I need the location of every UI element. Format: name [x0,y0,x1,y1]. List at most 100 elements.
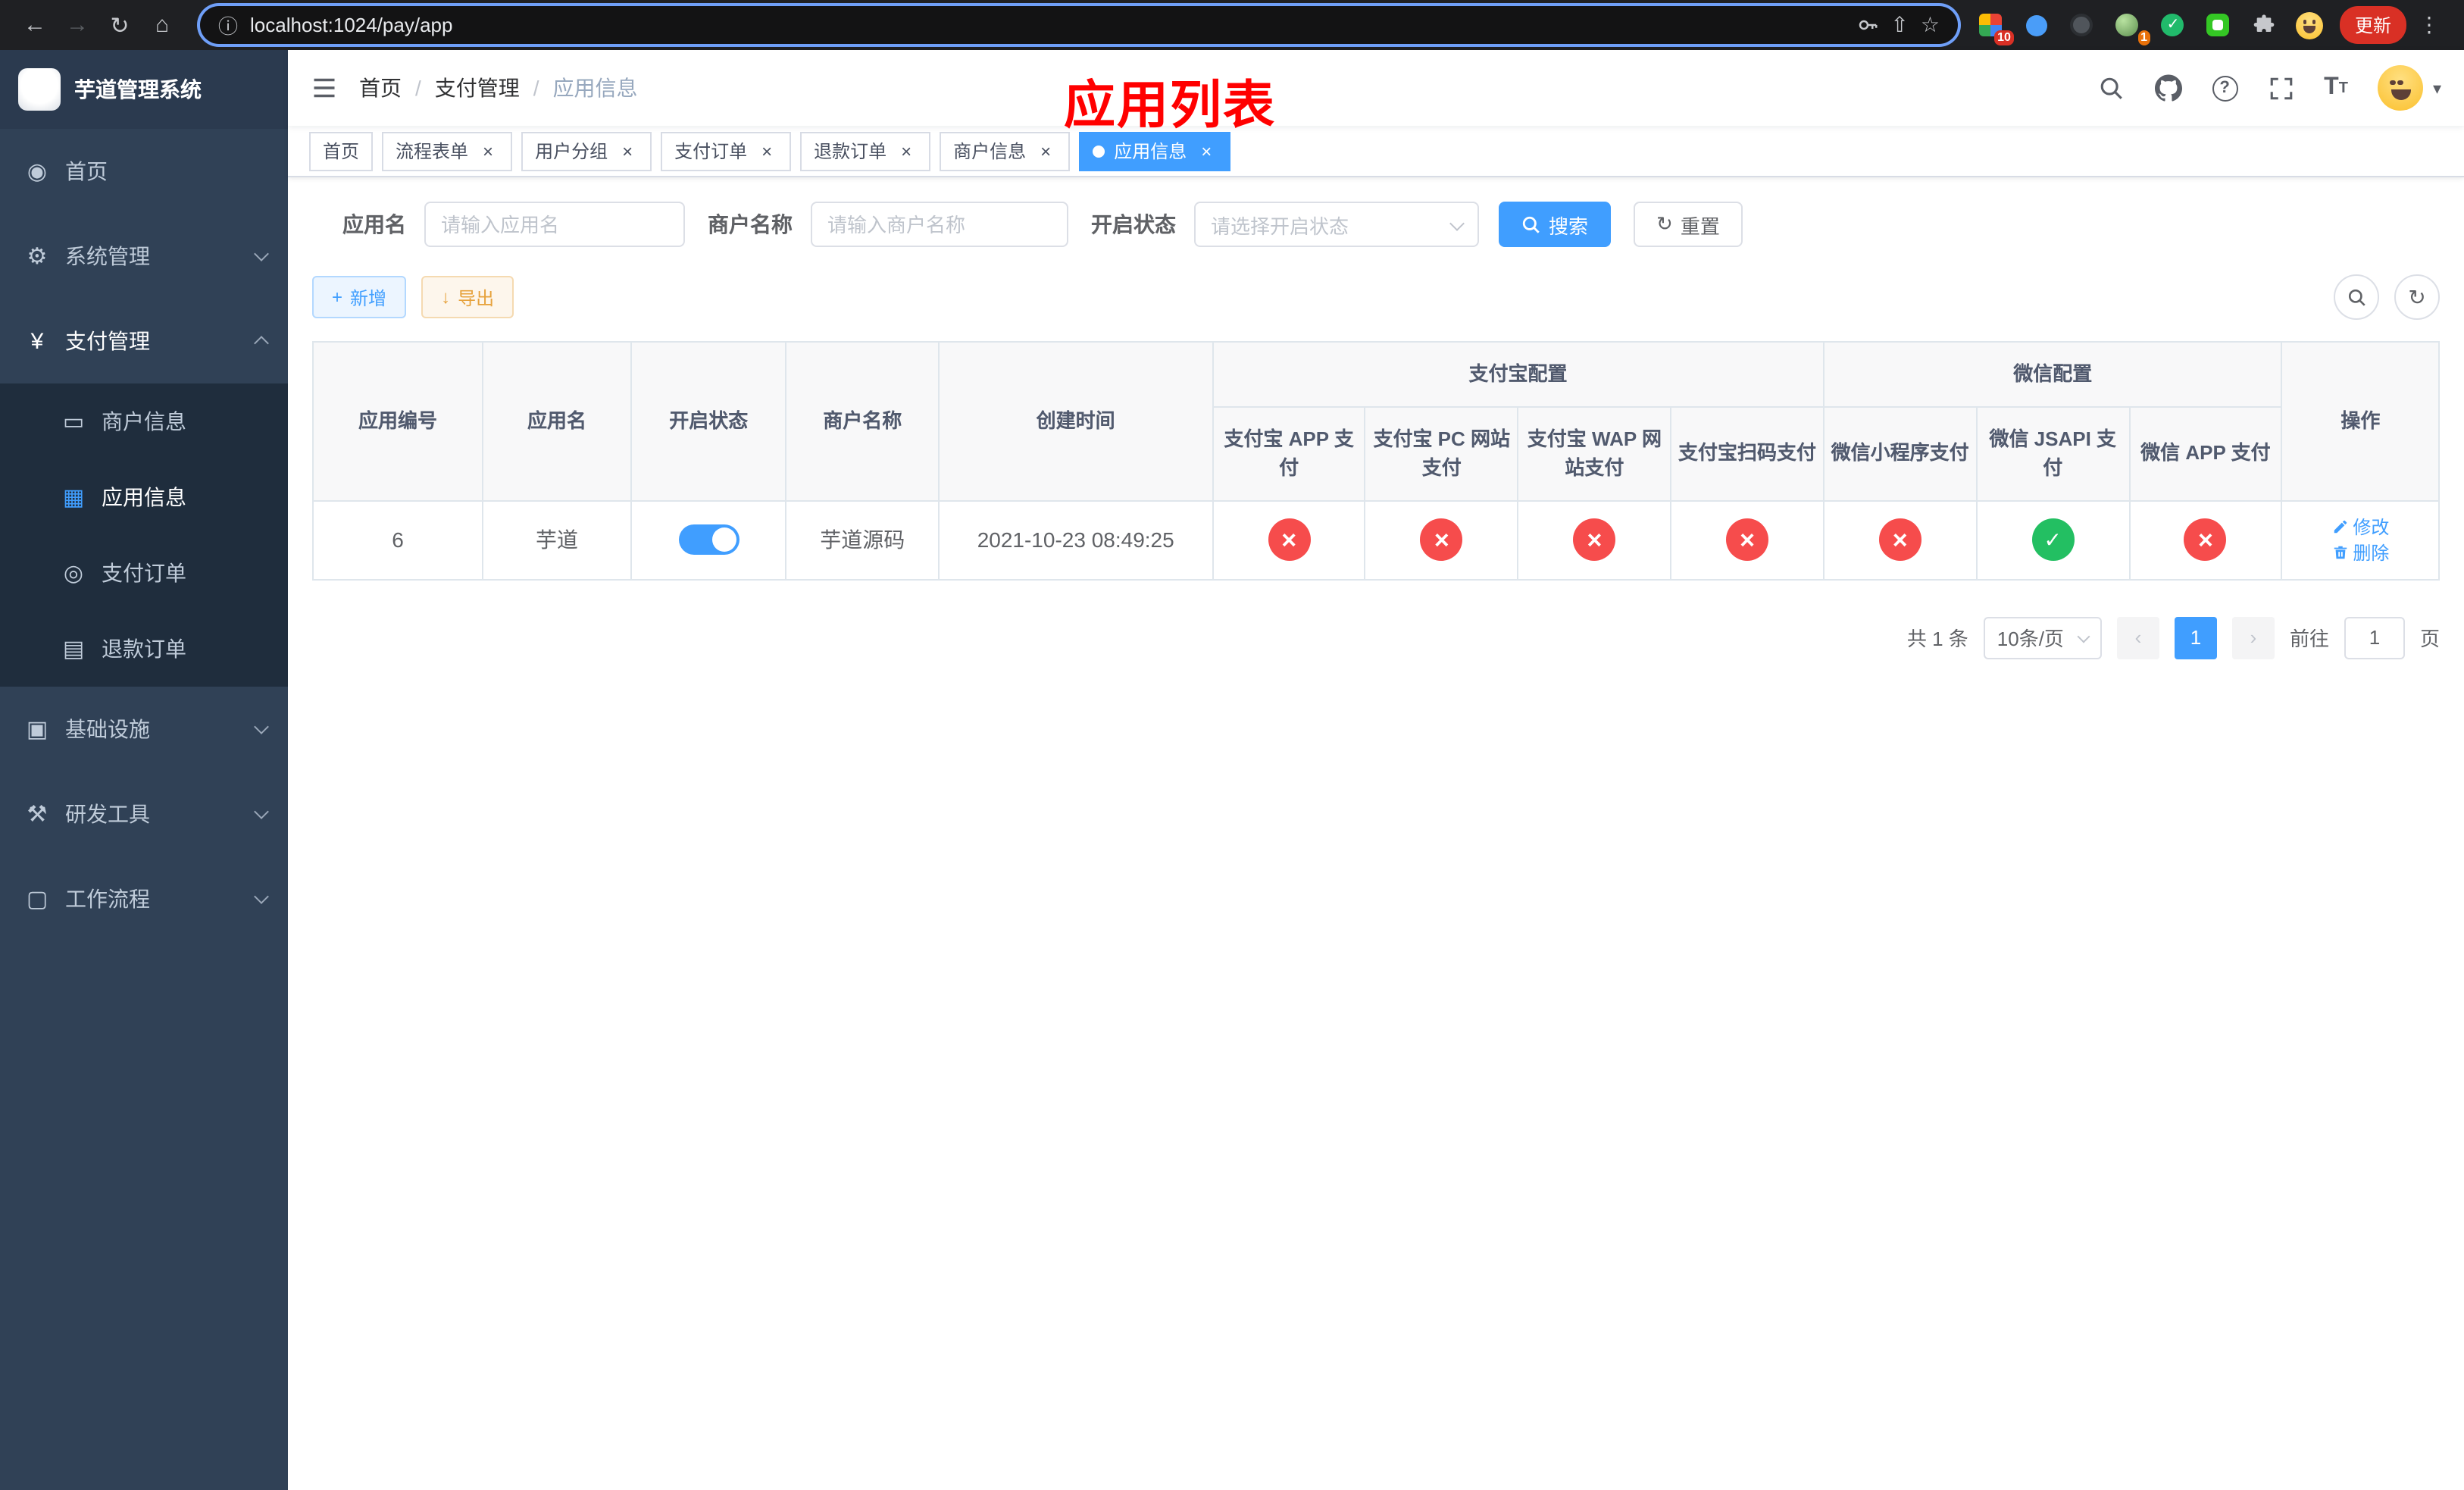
breadcrumb-separator: / [415,76,421,100]
sidebar-item-pay-orders[interactable]: ◎ 支付订单 [0,535,288,611]
export-button-label: 导出 [458,287,495,308]
toggle-search-button[interactable] [2334,274,2379,320]
payment-submenu: ▭ 商户信息 ▦ 应用信息 ◎ 支付订单 ▤ 退款订单 [0,383,288,687]
chevron-down-icon [254,804,269,819]
workflow-icon: ▢ [26,887,48,912]
breadcrumb-home[interactable]: 首页 [359,73,402,103]
edit-link[interactable]: 修改 [2331,514,2389,540]
address-bar[interactable]: ⓘ localhost:1024/pay/app ⇧ ☆ [200,6,1958,44]
tab-pay-orders[interactable]: 支付订单 × [661,131,792,171]
refresh-icon: ↻ [1656,212,1673,235]
site-info-icon[interactable]: ⓘ [218,11,238,39]
browser-profile-avatar[interactable] [2294,10,2325,40]
close-icon[interactable]: × [896,140,917,161]
status-circle-icon [1726,518,1768,561]
col-alipay-pc: 支付宝 PC 网站支付 [1364,405,1519,501]
github-icon[interactable] [2154,74,2182,102]
add-button-label: 新增 [350,287,387,308]
close-icon[interactable]: × [1035,140,1056,161]
delete-link[interactable]: 删除 [2331,540,2389,565]
sidebar-item-refund-orders[interactable]: ▤ 退款订单 [0,611,288,687]
merchant-name-label: 商户名称 [708,212,793,236]
browser-update-button[interactable]: 更新 [2339,6,2406,44]
help-icon[interactable]: ? [2212,75,2238,101]
status-select[interactable]: 请选择开启状态 [1194,202,1479,247]
infrastructure-icon: ▣ [26,717,48,743]
extension-drop-icon[interactable] [2022,10,2052,40]
password-key-icon[interactable] [1856,14,1878,36]
sidebar-item-payment[interactable]: ¥ 支付管理 [0,299,288,383]
tab-app-info[interactable]: 应用信息 × [1079,131,1231,171]
extension-avatar-icon[interactable]: 1 [2112,10,2150,45]
status-circle-icon [2184,518,2227,561]
status-toggle[interactable] [678,524,740,555]
page-size-select[interactable]: 10条/页 [1983,616,2102,659]
goto-page-input[interactable] [2344,616,2405,659]
share-icon[interactable]: ⇧ [1890,12,1908,38]
browser-forward-icon[interactable]: → [58,5,97,45]
sidebar-item-home[interactable]: ◉ 首页 [0,129,288,214]
sidebar-item-app-info[interactable]: ▦ 应用信息 [0,459,288,535]
next-page-button[interactable]: › [2231,616,2275,659]
sidebar-item-merchant-info[interactable]: ▭ 商户信息 [0,383,288,459]
dashboard-icon: ◉ [27,159,48,185]
extensions-bar: 10 1 [1976,10,2325,45]
sidebar-item-infrastructure[interactable]: ▣ 基础设施 [0,687,288,772]
export-button[interactable]: ↓ 导出 [421,276,514,318]
close-icon[interactable]: × [617,140,638,161]
pagination-total: 共 1 条 [1906,628,1968,650]
app-table: 应用编号 应用名 开启状态 商户名称 创建时间 支付宝配置 微信配置 操作 支付… [311,341,2440,580]
sidebar-item-label: 商户信息 [102,409,186,434]
search-button[interactable]: 搜索 [1499,202,1612,247]
app-window: 芋道管理系统 ◉ 首页 ⚙ 系统管理 ¥ 支付管理 ▭ 商户信息 ▦ 应用信息 … [0,50,2464,1490]
extension-dark-icon[interactable] [2067,10,2097,40]
sidebar-item-system[interactable]: ⚙ 系统管理 [0,214,288,299]
tab-refund-orders[interactable]: 退款订单 × [800,131,931,171]
add-button[interactable]: + 新增 [312,276,407,318]
tab-home[interactable]: 首页× [309,131,374,171]
search-icon[interactable] [2098,75,2124,101]
app-name-filter: 应用名 [342,202,685,247]
font-size-glyph: T [2324,74,2339,100]
extension-grid-icon[interactable]: 10 [1976,10,2014,45]
close-icon[interactable]: × [756,140,777,161]
app-name-input[interactable] [424,202,685,247]
prev-page-button[interactable]: ‹ [2116,616,2159,659]
status-circle-icon [1878,518,1921,561]
fullscreen-icon[interactable] [2268,75,2294,101]
breadcrumb-separator: / [533,76,539,100]
merchant-name-input[interactable] [811,202,1068,247]
user-avatar-menu[interactable]: ▾ [2378,65,2441,111]
extension-square-icon[interactable] [2203,10,2234,40]
bookmark-star-icon[interactable]: ☆ [1921,12,1940,38]
font-size-icon[interactable]: TT [2324,74,2348,102]
extension-check-icon[interactable] [2158,10,2188,40]
close-icon[interactable]: × [477,140,499,161]
yen-icon: ¥ [30,328,44,354]
cell-actions: 修改 删除 [2281,499,2440,580]
col-alipay-app: 支付宝 APP 支付 [1212,405,1366,501]
hamburger-icon[interactable] [311,74,338,102]
profile-face-icon [2295,11,2323,39]
sidebar-header[interactable]: 芋道管理系统 [0,50,288,129]
tab-merchant-info[interactable]: 商户信息 × [940,131,1071,171]
reset-button[interactable]: ↻ 重置 [1634,202,1743,247]
browser-reload-icon[interactable]: ↻ [100,5,139,45]
page-number-button[interactable]: 1 [2174,616,2217,659]
sidebar-item-workflow[interactable]: ▢ 工作流程 [0,856,288,941]
browser-menu-icon[interactable]: ⋮ [2409,12,2449,38]
browser-back-icon[interactable]: ← [15,5,55,45]
sidebar-item-dev-tools[interactable]: ⚒ 研发工具 [0,772,288,856]
breadcrumb-payment[interactable]: 支付管理 [435,73,520,103]
close-icon[interactable]: × [1196,140,1217,161]
cell-wx-mini [1822,499,1978,580]
col-app-id: 应用编号 [311,341,484,501]
browser-home-icon[interactable]: ⌂ [142,5,182,45]
sidebar-item-label: 首页 [65,159,108,183]
refresh-table-button[interactable]: ↻ [2394,274,2440,320]
tab-user-group[interactable]: 用户分组 × [521,131,652,171]
tab-label: 应用信息 [1114,141,1187,162]
sidebar-item-label: 基础设施 [65,717,150,741]
extensions-puzzle-icon[interactable] [2249,10,2279,40]
tab-process-form[interactable]: 流程表单 × [382,131,513,171]
